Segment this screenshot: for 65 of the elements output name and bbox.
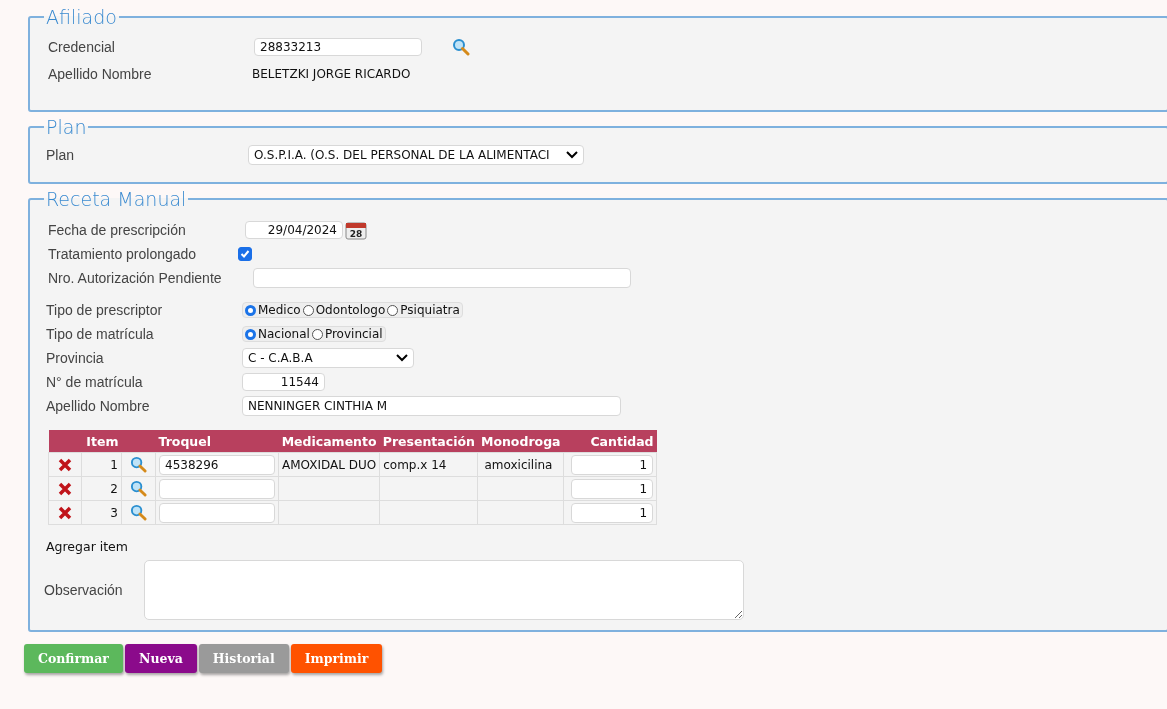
table-cell: 1 <box>81 452 122 477</box>
search-icon[interactable] <box>130 456 147 473</box>
quantity-field[interactable]: 1 <box>571 478 654 499</box>
radio-button[interactable] <box>245 328 256 340</box>
table-cell: comp.x 14 <box>383 457 447 472</box>
section-title: Plan <box>45 116 88 138</box>
column-header: Monodroga <box>477 430 564 453</box>
radio-button[interactable] <box>245 304 256 316</box>
add-item-link[interactable]: Agregar item <box>46 539 128 554</box>
radio-label: Odontologo <box>315 303 386 317</box>
observation-field[interactable] <box>144 560 744 620</box>
radio-button[interactable] <box>311 328 323 340</box>
search-icon[interactable] <box>452 38 470 56</box>
section-title: Receta Manual <box>45 188 188 210</box>
affiliate-name: BELETZKI JORGE RICARDO <box>252 67 411 81</box>
prescriber-name-field[interactable]: NENNINGER CINTHIA M <box>242 396 621 416</box>
delete-icon[interactable] <box>58 505 72 520</box>
field-label: Tipo de prescriptor <box>46 302 164 318</box>
table-cell: 2 <box>81 476 122 501</box>
column-header: Medicamento <box>278 430 380 453</box>
field-label: Nro. Autorización Pendiente <box>48 270 223 286</box>
chevron-down-icon <box>396 354 408 362</box>
troquel-field[interactable] <box>159 502 275 523</box>
checkbox[interactable] <box>238 247 252 261</box>
delete-icon[interactable] <box>58 457 72 472</box>
column-header: Troquel <box>155 430 279 453</box>
radio-label: Provincial <box>324 327 383 341</box>
chevron-down-icon <box>566 151 578 159</box>
column-header: Cantidad <box>563 430 657 453</box>
field-label: Tratamiento prolongado <box>48 246 198 262</box>
field-label: Plan <box>46 147 76 163</box>
province-select[interactable]: C - C.A.B.A <box>242 348 414 368</box>
license-field[interactable]: 11544 <box>242 373 325 391</box>
field-label: Credencial <box>48 39 116 55</box>
delete-icon[interactable] <box>58 481 72 496</box>
field-label: Observación <box>44 582 124 598</box>
calendar-icon[interactable]: 28 <box>345 220 367 240</box>
field-label: Apellido Nombre <box>46 398 151 414</box>
table-cell: amoxicilina <box>484 457 553 472</box>
column-header: Presentación <box>379 430 478 453</box>
table-cell: 3 <box>81 500 122 525</box>
field-label: Apellido Nombre <box>48 66 153 82</box>
column-header: Item <box>81 430 122 453</box>
quantity-field[interactable]: 1 <box>571 454 654 475</box>
search-icon[interactable] <box>130 480 147 497</box>
radio-label: Psiquiatra <box>400 303 460 317</box>
plan-select[interactable]: O.S.P.I.A. (O.S. DEL PERSONAL DE LA ALIMENTACI <box>248 145 584 165</box>
troquel-field[interactable]: 4538296 <box>159 454 275 475</box>
search-icon[interactable] <box>130 504 147 521</box>
radio-button[interactable] <box>302 304 314 316</box>
field-label: N° de matrícula <box>46 374 144 390</box>
action-button[interactable]: Nueva <box>124 644 197 673</box>
field-label: Provincia <box>46 350 105 366</box>
table-cell: AMOXIDAL DUO <box>282 457 377 472</box>
section-title: Afiliado <box>45 6 118 28</box>
authorization-field[interactable] <box>253 268 631 288</box>
troquel-field[interactable] <box>159 478 275 499</box>
field-label: Fecha de prescripción <box>48 222 187 238</box>
field-label: Tipo de matrícula <box>46 326 155 342</box>
credencial-field[interactable]: 28833213 <box>254 38 422 56</box>
quantity-field[interactable]: 1 <box>571 502 654 523</box>
date-field[interactable]: 29/04/2024 <box>245 221 343 239</box>
radio-label: Nacional <box>258 327 310 341</box>
radio-label: Medico <box>258 303 301 317</box>
radio-button[interactable] <box>387 304 399 316</box>
